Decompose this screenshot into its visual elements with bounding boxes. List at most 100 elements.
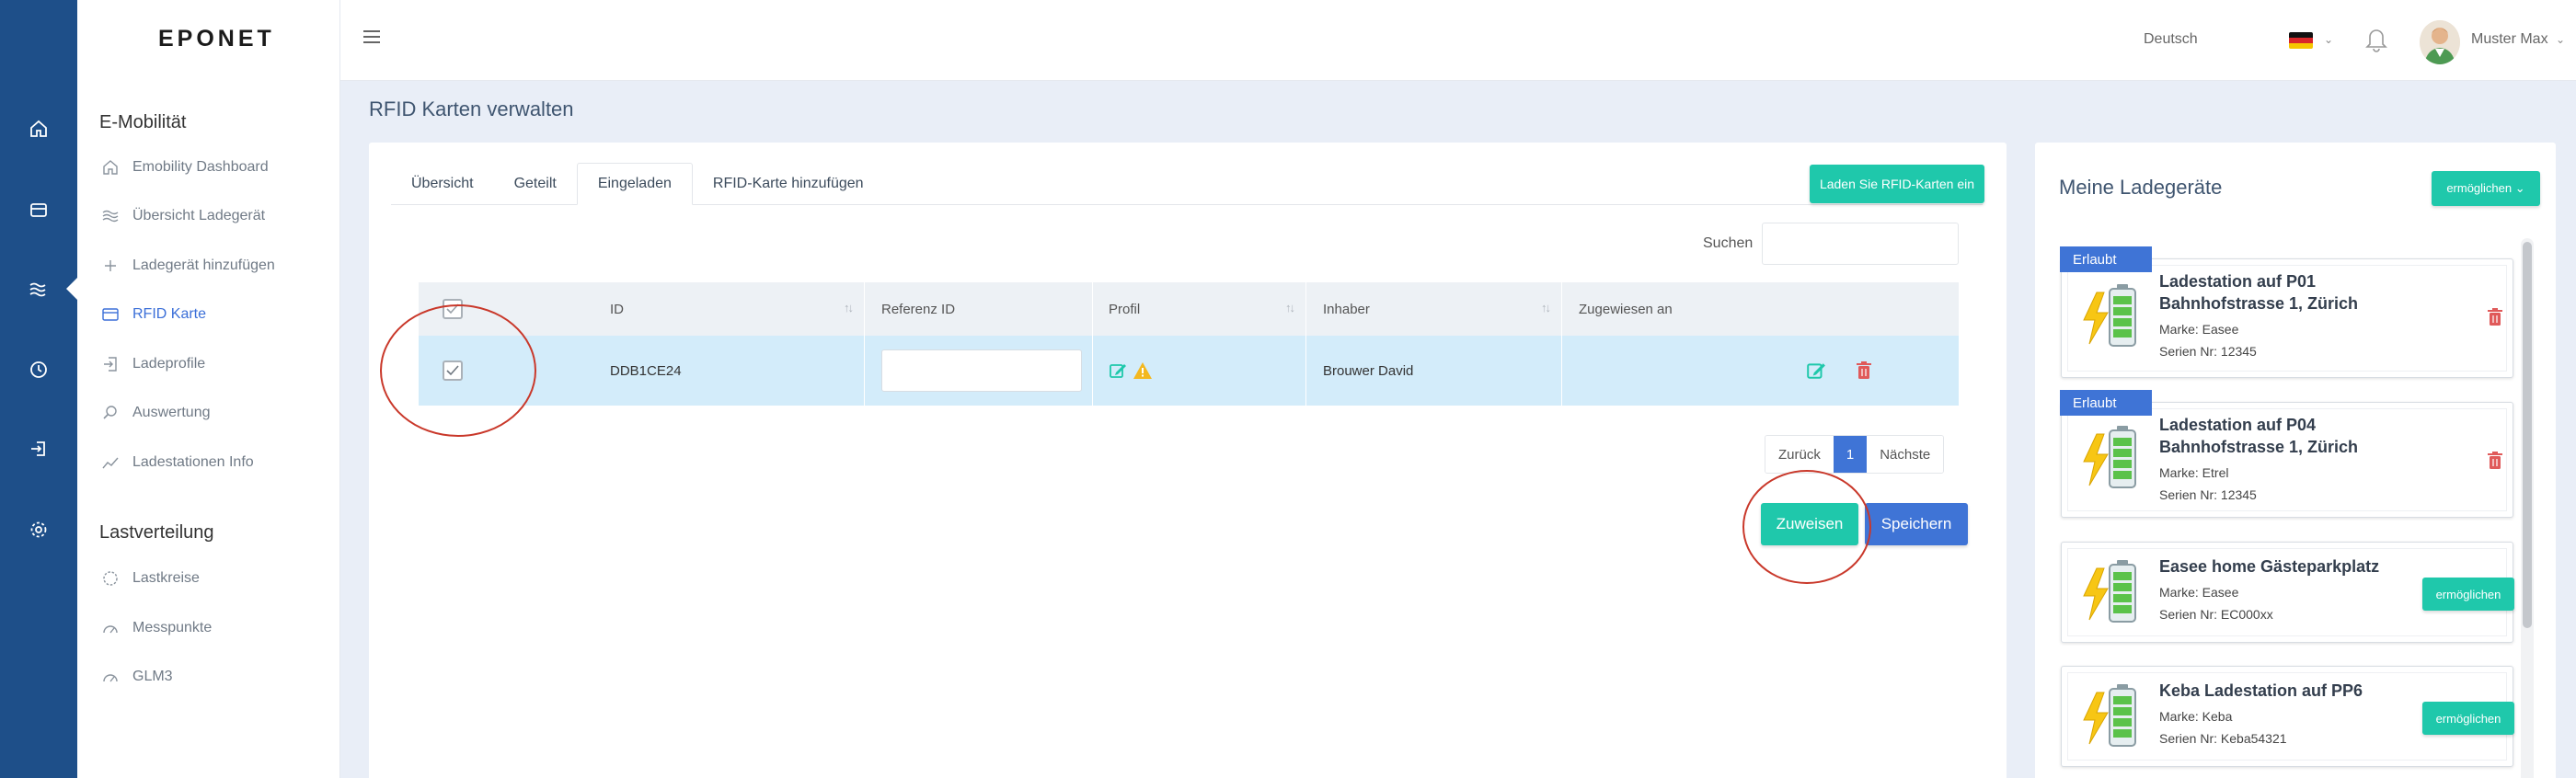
trash-icon[interactable] [2487,307,2503,327]
login-icon[interactable] [22,432,55,465]
pagination-current-page[interactable]: 1 [1833,436,1868,473]
charger-serial: Serien Nr: 12345 [2159,487,2257,502]
search-icon [99,404,121,422]
waves-icon[interactable] [22,272,55,305]
top-header: Deutsch ⌄ Muster Max ⌄ [340,0,2576,81]
sidebar-item-ladeprofile[interactable]: Ladeprofile [99,350,205,378]
col-header-zugewiesen-an[interactable]: Zugewiesen an [1579,282,1673,336]
cell-id: DDB1CE24 [610,362,682,379]
sidebar-item-glm3[interactable]: GLM3 [99,663,173,691]
row-edit-icon[interactable] [1806,336,1826,406]
chart-line-icon [99,453,121,472]
language-selector[interactable]: Deutsch [2144,31,2198,48]
pagination-prev[interactable]: Zurück [1765,436,1834,473]
bell-icon[interactable] [2364,26,2392,55]
avatar[interactable] [2420,20,2460,64]
charger-brand: Marke: Easee [2159,585,2239,600]
sidebar-item-ladegeraet-hinzufuegen[interactable]: Ladegerät hinzufügen [99,252,275,280]
card-icon [99,305,121,324]
row-select-cell [443,336,463,406]
col-header-inhaber[interactable]: Inhaber [1323,282,1370,336]
gauge-icon [99,619,121,637]
col-header-referenz-id[interactable]: Referenz ID [881,282,955,336]
charger-name: Keba Ladestation auf PP6 [2159,681,2363,700]
table-row[interactable]: DDB1CE24 Brouwer David [419,336,1959,406]
scrollbar[interactable] [2521,238,2534,778]
sidebar-item-messpunkte[interactable]: Messpunkte [99,614,212,642]
row-delete-icon[interactable] [1856,336,1872,406]
row-checkbox[interactable] [443,360,463,381]
charger-card[interactable]: Easee home Gästeparkplatz Marke: Easee S… [2061,542,2514,643]
enable-charger-button[interactable]: ermöglichen [2422,702,2514,735]
charger-serial: Serien Nr: EC000xx [2159,607,2273,622]
cell-profil [1109,336,1153,406]
chevron-down-icon[interactable]: ⌄ [2556,33,2565,46]
column-divider [1305,282,1306,336]
column-divider [1561,336,1562,406]
sort-icon[interactable]: ↑↓ [1285,301,1295,315]
column-divider [864,282,865,336]
scrollbar-thumb[interactable] [2523,242,2532,628]
select-all-checkbox[interactable] [443,299,463,319]
pagination: Zurück 1 Nächste [1765,435,1945,474]
sidebar-item-emobility-dashboard[interactable]: Emobility Dashboard [99,154,269,181]
plus-icon [99,257,121,275]
edit-icon[interactable] [1109,361,1127,380]
pagination-next[interactable]: Nächste [1867,436,1944,473]
load-rfid-cards-button[interactable]: Laden Sie RFID-Karten ein [1810,165,1984,203]
trash-icon[interactable] [2487,451,2503,471]
charger-card[interactable]: Erlaubt Ladestation auf P01 Bahnhofstras… [2060,246,2513,378]
sidebar-item-lastkreise[interactable]: Lastkreise [99,565,200,592]
active-pointer [66,278,77,300]
save-button[interactable]: Speichern [1865,503,1968,545]
charger-card[interactable]: Erlaubt Ladestation auf P04 Bahnhofstras… [2060,390,2513,518]
enable-dropdown-button[interactable]: ermöglichen ⌄ [2432,171,2540,206]
tab-rfid-karte-hinzufuegen[interactable]: RFID-Karte hinzufügen [693,163,884,205]
sidebar-item-uebersicht-ladegeraet[interactable]: Übersicht Ladegerät [99,202,265,230]
waves-icon [99,207,121,225]
chevron-down-icon[interactable]: ⌄ [2324,33,2333,46]
wallet-icon[interactable] [22,193,55,226]
charger-brand: Marke: Etrel [2159,465,2229,480]
sidebar-item-ladestationen-info[interactable]: Ladestationen Info [99,449,254,476]
sidebar-item-auswertung[interactable]: Auswertung [99,399,211,427]
enable-charger-button[interactable]: ermöglichen [2422,578,2514,611]
charger-brand: Marke: Easee [2159,322,2239,337]
home-icon[interactable] [22,112,55,145]
charger-brand: Marke: Keba [2159,709,2233,724]
cell-inhaber: Brouwer David [1323,362,1414,379]
sort-icon[interactable]: ↑↓ [1541,301,1551,315]
charger-card[interactable]: Keba Ladestation auf PP6 Marke: Keba Ser… [2061,666,2514,767]
charger-name: Ladestation auf P01 Bahnhofstrasse 1, Zü… [2159,272,2359,313]
search-input[interactable] [1762,223,1959,265]
circle-dashed-icon [99,569,121,588]
charger-serial: Serien Nr: Keba54321 [2159,731,2287,746]
tab-eingeladen[interactable]: Eingeladen [576,163,693,205]
page-title: RFID Karten verwalten [369,97,574,120]
user-name[interactable]: Muster Max [2471,31,2548,48]
cell-referenz-id [881,336,1082,406]
sidebar-item-rfid-karte[interactable]: RFID Karte [99,301,206,328]
col-header-id[interactable]: ID [610,282,624,336]
col-header-profil[interactable]: Profil [1109,282,1140,336]
charging-battery-icon [2078,559,2145,627]
charger-name: Easee home Gästeparkplatz [2159,557,2380,576]
sort-icon[interactable]: ↑↓ [844,301,854,315]
tab-uebersicht[interactable]: Übersicht [391,163,494,205]
gear-icon[interactable] [22,513,55,546]
tab-bar: Übersicht Geteilt Eingeladen RFID-Karte … [391,163,1983,205]
charger-name: Ladestation auf P04 Bahnhofstrasse 1, Zü… [2159,416,2359,456]
login-icon [99,355,121,373]
referenz-id-input[interactable] [881,349,1082,392]
column-divider [1092,282,1093,336]
column-divider [1092,336,1093,406]
clock-icon[interactable] [22,353,55,386]
column-divider [864,336,865,406]
rfid-table: ID ↑↓ Referenz ID Profil ↑↓ Inhaber ↑↓ Z… [419,282,1959,406]
status-badge: Erlaubt [2060,246,2152,272]
select-all-cell [443,282,463,336]
tab-geteilt[interactable]: Geteilt [494,163,577,205]
menu-icon[interactable] [361,26,386,51]
flag-germany-icon[interactable] [2289,32,2313,49]
assign-button[interactable]: Zuweisen [1761,503,1858,545]
